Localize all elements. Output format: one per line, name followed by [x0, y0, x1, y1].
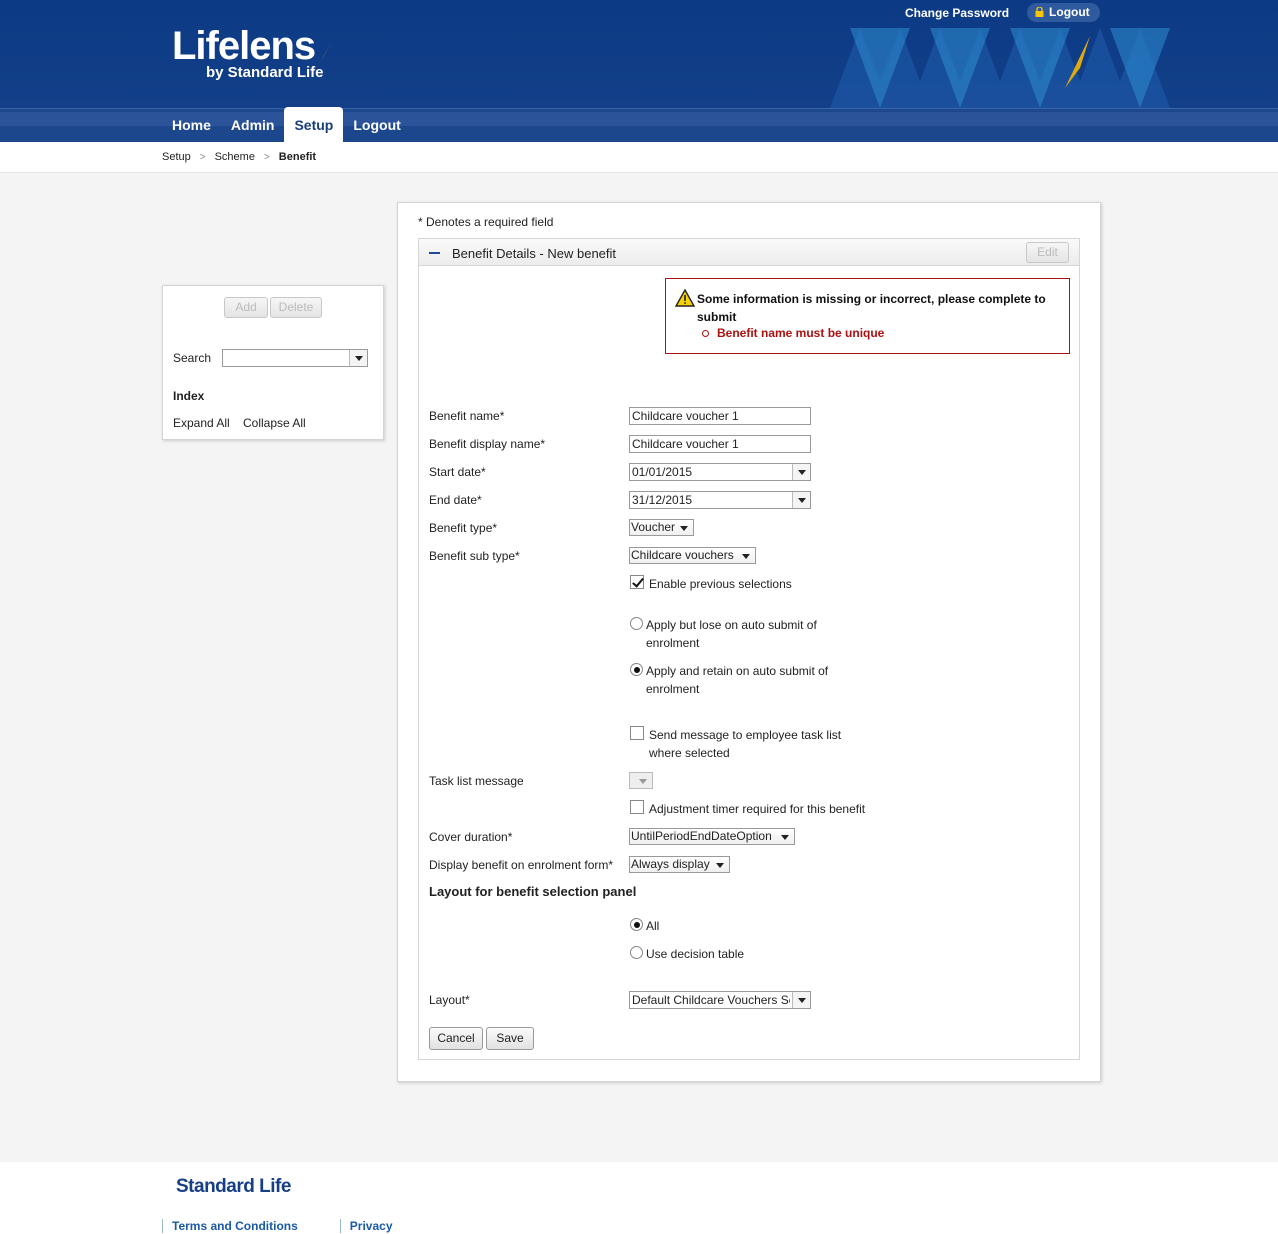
- lifelens-logo[interactable]: Lifelens by Standard Life: [172, 24, 332, 81]
- main-nav: Home Admin Setup Logout: [162, 107, 411, 142]
- adjustment-timer-checkbox[interactable]: [630, 800, 644, 814]
- apply-retain-label: Apply and retain on auto submit of enrol…: [646, 664, 829, 696]
- required-note: * Denotes a required field: [418, 215, 554, 229]
- layout-section-heading: Layout for benefit selection panel: [429, 884, 637, 899]
- layout-select[interactable]: Default Childcare Vouchers Sc: [629, 991, 811, 1009]
- layout-label: Layout*: [429, 993, 470, 1007]
- chevron-down-icon[interactable]: [792, 492, 810, 508]
- search-label: Search: [173, 351, 212, 365]
- start-date-label: Start date*: [429, 465, 486, 479]
- index-panel: Add Delete Search Index Expand All Colla…: [162, 285, 384, 440]
- apply-retain-radio[interactable]: [630, 663, 643, 676]
- tab-home[interactable]: Home: [162, 107, 221, 142]
- send-message-checkbox[interactable]: [630, 726, 644, 740]
- logout-pill-label: Logout: [1049, 5, 1090, 19]
- logo-tick-icon: [291, 1174, 301, 1192]
- benefit-subtype-label: Benefit sub type*: [429, 549, 520, 563]
- index-heading: Index: [173, 389, 205, 403]
- benefit-name-label: Benefit name*: [429, 409, 505, 423]
- logo-name: Lifelens: [172, 24, 316, 68]
- end-date-label: End date*: [429, 493, 482, 507]
- cover-duration-label: Cover duration*: [429, 830, 513, 844]
- logo-tick-icon: [320, 42, 332, 62]
- privacy-link[interactable]: Privacy: [339, 1219, 393, 1233]
- benefit-type-label: Benefit type*: [429, 521, 498, 535]
- layout-all-label: All: [646, 919, 660, 933]
- start-date-picker[interactable]: 01/01/2015: [629, 463, 811, 481]
- tab-admin[interactable]: Admin: [221, 107, 285, 142]
- terms-link[interactable]: Terms and Conditions: [162, 1219, 298, 1233]
- change-password-link[interactable]: Change Password: [905, 6, 1009, 20]
- expand-all-link[interactable]: Expand All: [173, 416, 230, 430]
- breadcrumb-chevron-icon: >: [263, 151, 270, 163]
- breadcrumb-setup[interactable]: Setup: [162, 151, 191, 163]
- benefit-display-name-label: Benefit display name*: [429, 437, 546, 451]
- top-links: Change Password Logout: [905, 3, 1100, 22]
- apply-lose-label: Apply but lose on auto submit of enrolme…: [646, 618, 817, 650]
- start-date-value: 01/01/2015: [632, 465, 693, 479]
- breadcrumb-chevron-icon: >: [199, 151, 206, 163]
- lock-icon: [1035, 7, 1044, 17]
- benefit-details-section: Benefit Details - New benefit Edit Some …: [418, 238, 1080, 1060]
- send-message-label: Send message to employee task list where…: [649, 728, 842, 760]
- footer-logo-text: Standard Life: [176, 1176, 291, 1197]
- collapse-all-link[interactable]: Collapse All: [243, 416, 306, 430]
- edit-button[interactable]: Edit: [1026, 242, 1069, 263]
- delete-button[interactable]: Delete: [270, 297, 322, 318]
- adjustment-timer-label: Adjustment timer required for this benef…: [649, 802, 866, 816]
- error-summary: Some information is missing or incorrect…: [665, 278, 1070, 354]
- error-item-text: Benefit name must be unique: [717, 326, 885, 340]
- standard-life-logo: Standard Life: [176, 1174, 301, 1198]
- tab-logout[interactable]: Logout: [343, 107, 410, 142]
- chevron-down-icon[interactable]: [792, 464, 810, 480]
- cancel-button[interactable]: Cancel: [429, 1027, 483, 1050]
- display-benefit-select[interactable]: Always display: [629, 856, 730, 873]
- benefit-type-select[interactable]: Voucher: [629, 519, 694, 536]
- layout-decision-table-label: Use decision table: [646, 947, 745, 961]
- chevron-down-icon[interactable]: [792, 992, 810, 1008]
- bullet-circle-icon: [702, 329, 709, 337]
- benefit-display-name-input[interactable]: Childcare voucher 1: [629, 435, 811, 453]
- benefit-form-panel: * Denotes a required field Benefit Detai…: [397, 202, 1101, 1082]
- breadcrumb: Setup > Scheme > Benefit: [162, 151, 316, 163]
- site-header: Lifelens by Standard Life Change Passwor…: [0, 0, 1278, 142]
- layout-decision-table-radio[interactable]: [630, 946, 643, 959]
- header-decoration: [830, 28, 1170, 108]
- error-message: Some information is missing or incorrect…: [697, 292, 1046, 324]
- end-date-value: 31/12/2015: [632, 493, 693, 507]
- enable-previous-label: Enable previous selections: [649, 577, 792, 591]
- task-list-message-label: Task list message: [429, 774, 524, 788]
- error-item: Benefit name must be unique: [702, 326, 884, 340]
- apply-lose-radio[interactable]: [630, 617, 643, 630]
- logo-tagline: by Standard Life: [206, 64, 324, 81]
- add-button[interactable]: Add: [224, 297, 268, 318]
- breadcrumb-benefit: Benefit: [278, 151, 317, 163]
- chevron-down-icon[interactable]: [349, 350, 367, 366]
- logout-pill-button[interactable]: Logout: [1027, 3, 1100, 22]
- layout-value: Default Childcare Vouchers Sc: [632, 993, 790, 1007]
- breadcrumb-scheme[interactable]: Scheme: [215, 151, 255, 163]
- benefit-subtype-select[interactable]: Childcare vouchers: [629, 547, 756, 564]
- display-benefit-label: Display benefit on enrolment form*: [429, 858, 614, 872]
- section-title: Benefit Details - New benefit: [452, 246, 617, 261]
- task-list-message-select[interactable]: [629, 772, 653, 789]
- tab-setup[interactable]: Setup: [284, 107, 344, 142]
- save-button[interactable]: Save: [486, 1027, 534, 1050]
- layout-all-radio[interactable]: [630, 918, 643, 931]
- collapse-minus-icon[interactable]: [429, 252, 440, 254]
- search-combobox[interactable]: [222, 349, 368, 367]
- enable-previous-checkbox[interactable]: [630, 575, 644, 589]
- end-date-picker[interactable]: 31/12/2015: [629, 491, 811, 509]
- footer-links: Terms and Conditions Privacy: [162, 1219, 393, 1233]
- benefit-name-input[interactable]: Childcare voucher 1: [629, 407, 811, 425]
- cover-duration-select[interactable]: UntilPeriodEndDateOption: [629, 828, 795, 845]
- section-header: Benefit Details - New benefit Edit: [419, 239, 1079, 266]
- warning-icon: [675, 289, 695, 307]
